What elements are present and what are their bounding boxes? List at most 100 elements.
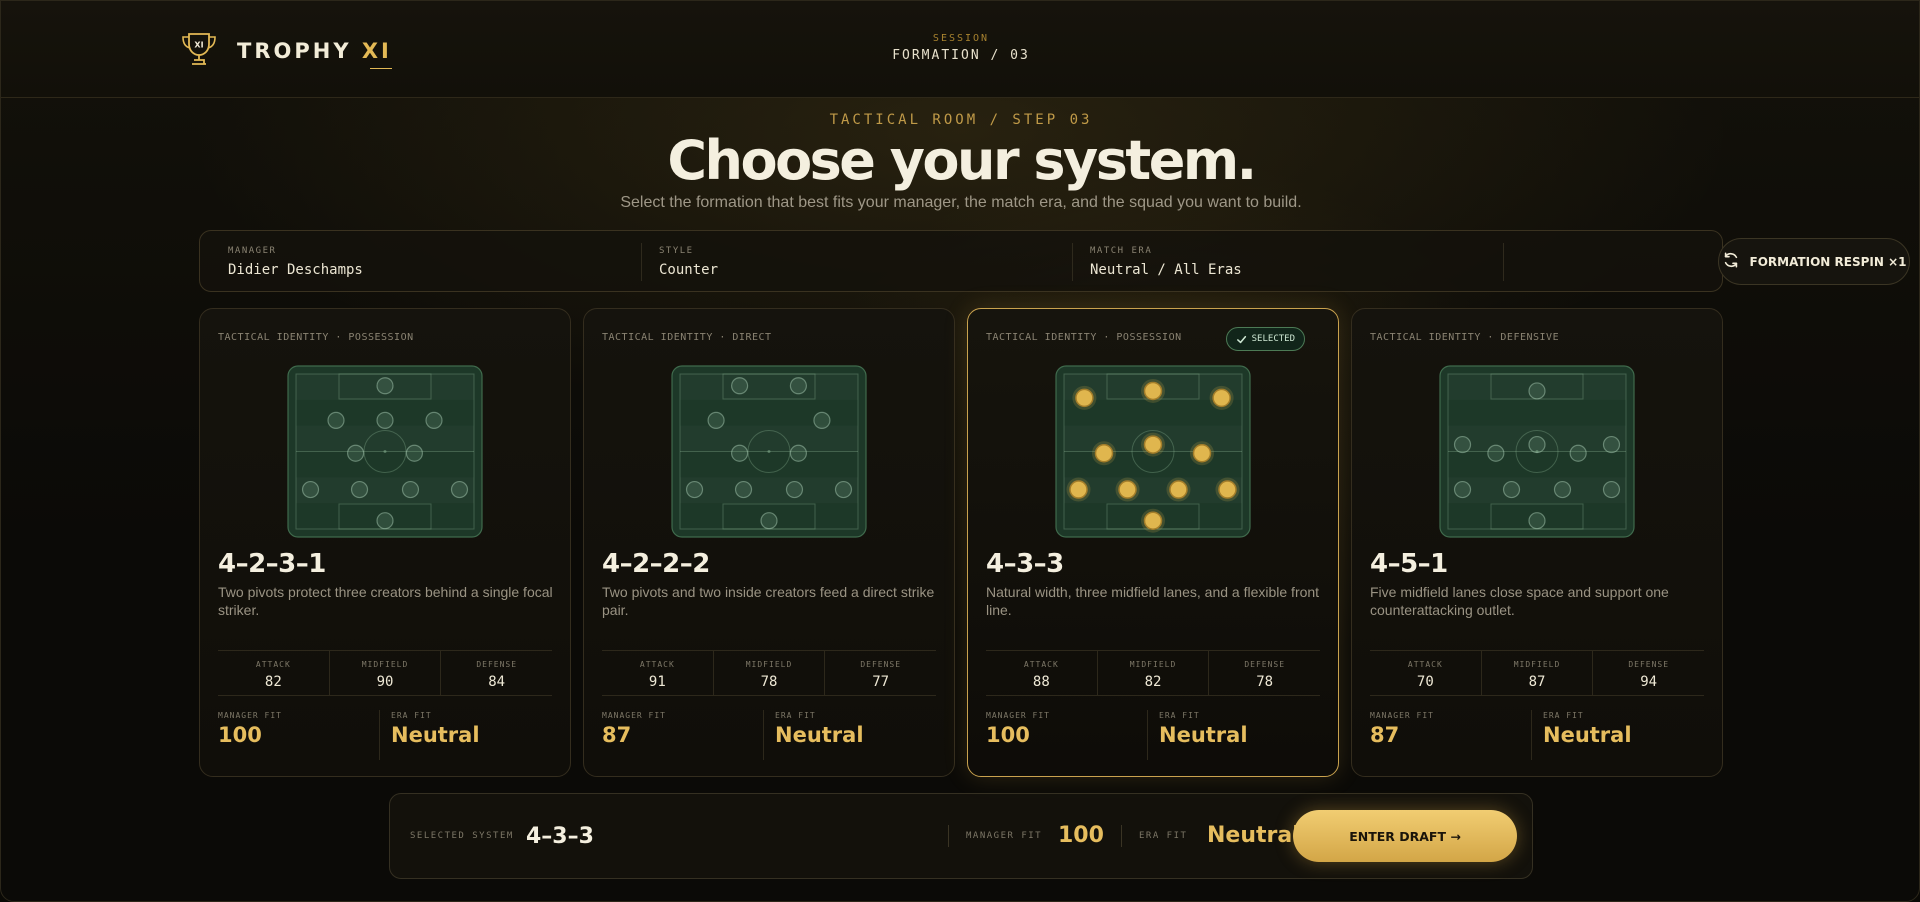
manager-fit-value: 100 bbox=[218, 723, 262, 747]
player-marker bbox=[734, 480, 753, 499]
style-info: STYLE Counter bbox=[659, 246, 718, 278]
midfield-label: MIDFIELD bbox=[1513, 660, 1561, 669]
manager-label: MANAGER bbox=[228, 246, 277, 256]
player-marker bbox=[1553, 480, 1572, 499]
defense-value: 94 bbox=[1640, 674, 1658, 690]
era-fit-value: Neutral bbox=[775, 723, 864, 747]
player-marker bbox=[730, 377, 749, 395]
formation-name: 4–2–3–1 bbox=[218, 549, 326, 579]
midfield-stat: MIDFIELD 90 bbox=[330, 651, 442, 695]
player-marker bbox=[1602, 435, 1621, 454]
player-marker bbox=[1069, 480, 1088, 499]
player-marker bbox=[1487, 444, 1505, 462]
respin-label: FORMATION RESPIN ×1 bbox=[1749, 254, 1907, 269]
defense-value: 77 bbox=[872, 674, 890, 690]
tactical-identity: TACTICAL IDENTITY · DIRECT bbox=[602, 332, 772, 343]
player-marker bbox=[1569, 444, 1587, 462]
attack-stat: ATTACK 70 bbox=[1370, 651, 1482, 695]
summary-era-fit-value: Neutral bbox=[1207, 823, 1300, 848]
formation-card[interactable]: TACTICAL IDENTITY · DEFENSIVE 4–5–1 Five m… bbox=[1351, 308, 1723, 777]
player-marker bbox=[1528, 382, 1546, 400]
summary-era-fit-label: ERA FIT bbox=[1139, 831, 1188, 841]
formation-card[interactable]: TACTICAL IDENTITY · POSSESSION 4–2–3–1 Two… bbox=[199, 308, 571, 777]
trophy-icon: XI bbox=[179, 29, 219, 73]
enter-draft-button[interactable]: ENTER DRAFT → bbox=[1293, 810, 1517, 862]
player-marker bbox=[789, 444, 808, 462]
formation-fits: MANAGER FIT 100 ERA FIT Neutral bbox=[218, 710, 552, 760]
midfield-value: 87 bbox=[1528, 674, 1546, 690]
attack-stat: ATTACK 88 bbox=[986, 651, 1098, 695]
attack-label: ATTACK bbox=[1023, 660, 1059, 669]
top-header: XI TROPHY XI SESSION FORMATION / 03 bbox=[1, 1, 1919, 98]
manager-fit: MANAGER FIT 87 bbox=[602, 710, 763, 760]
formation-stats: ATTACK 91 MIDFIELD 78 DEFENSE 77 bbox=[602, 650, 936, 696]
formation-card[interactable]: TACTICAL IDENTITY · DIRECT 4–2–2–2 Two piv… bbox=[583, 308, 955, 777]
tactical-identity: TACTICAL IDENTITY · POSSESSION bbox=[218, 332, 414, 343]
era-fit-value: Neutral bbox=[1159, 723, 1248, 747]
defense-stat: DEFENSE 94 bbox=[1593, 651, 1704, 695]
session-label: SESSION bbox=[932, 33, 990, 44]
player-marker bbox=[1192, 443, 1212, 463]
player-marker bbox=[301, 480, 320, 499]
logo[interactable]: XI TROPHY XI bbox=[179, 29, 392, 73]
manager-fit-value: 87 bbox=[1370, 723, 1400, 747]
player-marker bbox=[785, 480, 804, 499]
era-fit-label: ERA FIT bbox=[391, 711, 432, 720]
era-fit: ERA FIT Neutral bbox=[1147, 710, 1320, 760]
formation-name: 4–2–2–2 bbox=[602, 549, 710, 579]
attack-value: 88 bbox=[1032, 674, 1050, 690]
formation-name: 4–5–1 bbox=[1370, 549, 1448, 579]
player-marker bbox=[707, 411, 725, 429]
page-subtitle: Select the formation that best fits your… bbox=[620, 194, 1302, 211]
manager-value: Didier Deschamps bbox=[228, 262, 363, 278]
era-info: MATCH ERA Neutral / All Eras bbox=[1090, 246, 1242, 278]
player-marker bbox=[1094, 443, 1114, 463]
player-marker bbox=[425, 411, 443, 429]
selected-badge-label: SELECTED bbox=[1251, 334, 1295, 344]
page-eyebrow: TACTICAL ROOM / STEP 03 bbox=[829, 112, 1093, 128]
brand-accent: XI bbox=[361, 39, 392, 63]
formation-pitch bbox=[287, 365, 483, 538]
attack-stat: ATTACK 82 bbox=[218, 651, 330, 695]
formation-card[interactable]: TACTICAL IDENTITY · POSSESSION SELECTED 4–… bbox=[967, 308, 1339, 777]
brand-name: TROPHY XI bbox=[237, 39, 392, 69]
era-fit-label: ERA FIT bbox=[1543, 711, 1584, 720]
player-marker bbox=[813, 411, 831, 429]
style-label: STYLE bbox=[659, 246, 694, 256]
manager-fit: MANAGER FIT 100 bbox=[986, 710, 1147, 760]
player-marker bbox=[1118, 480, 1137, 499]
manager-fit-value: 100 bbox=[986, 723, 1030, 747]
player-marker bbox=[730, 444, 749, 462]
formation-respin-button[interactable]: FORMATION RESPIN ×1 bbox=[1718, 238, 1910, 285]
player-marker bbox=[376, 512, 394, 530]
manager-fit-label: MANAGER FIT bbox=[218, 711, 282, 720]
formation-pitch bbox=[671, 365, 867, 538]
selected-system-label: SELECTED SYSTEM bbox=[410, 831, 514, 841]
era-fit-label: ERA FIT bbox=[775, 711, 816, 720]
midfield-value: 82 bbox=[1144, 674, 1162, 690]
player-marker bbox=[376, 411, 394, 429]
attack-value: 82 bbox=[264, 674, 282, 690]
midfield-label: MIDFIELD bbox=[361, 660, 409, 669]
summary-manager-fit-value: 100 bbox=[1058, 823, 1104, 848]
formation-stats: ATTACK 82 MIDFIELD 90 DEFENSE 84 bbox=[218, 650, 552, 696]
player-marker bbox=[1075, 388, 1094, 408]
defense-value: 84 bbox=[488, 674, 506, 690]
era-value: Neutral / All Eras bbox=[1090, 262, 1242, 278]
player-marker bbox=[1453, 435, 1472, 454]
selected-badge: SELECTED bbox=[1225, 327, 1305, 351]
era-fit: ERA FIT Neutral bbox=[379, 710, 552, 760]
player-marker bbox=[1143, 511, 1163, 530]
player-marker bbox=[1528, 512, 1546, 530]
formation-description: Five midfield lanes close space and supp… bbox=[1370, 584, 1669, 618]
attack-label: ATTACK bbox=[639, 660, 675, 669]
brand-main: TROPHY bbox=[237, 39, 352, 63]
manager-fit: MANAGER FIT 100 bbox=[218, 710, 379, 760]
player-marker bbox=[450, 480, 469, 499]
era-fit: ERA FIT Neutral bbox=[763, 710, 936, 760]
player-marker bbox=[327, 411, 345, 429]
defense-stat: DEFENSE 84 bbox=[441, 651, 552, 695]
era-fit-label: ERA FIT bbox=[1159, 711, 1200, 720]
formation-description: Natural width, three midfield lanes, and… bbox=[986, 584, 1320, 618]
era-label: MATCH ERA bbox=[1090, 246, 1153, 256]
